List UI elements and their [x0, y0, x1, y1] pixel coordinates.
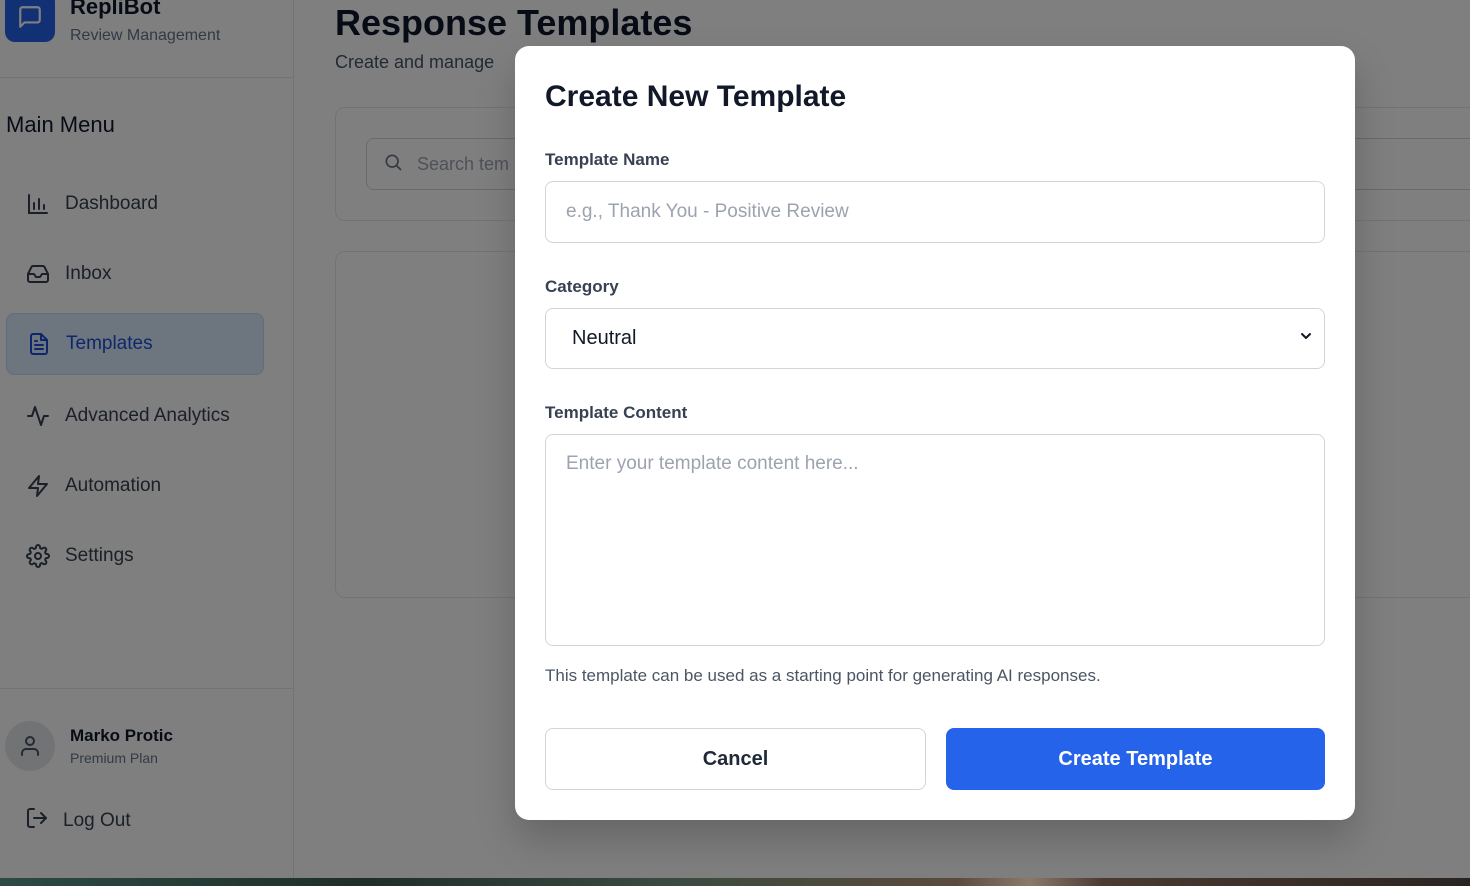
dialog-title: Create New Template: [545, 80, 847, 113]
template-content-label: Template Content: [545, 403, 688, 422]
template-content-textarea[interactable]: [545, 434, 1325, 646]
create-template-dialog: Create New Template Template Name Catego…: [515, 46, 1355, 820]
category-select[interactable]: Neutral: [545, 308, 1325, 369]
taskbar-strip: [0, 878, 1470, 886]
template-name-label: Template Name: [545, 150, 670, 169]
cancel-button[interactable]: Cancel: [545, 728, 926, 790]
category-selected-value: Neutral: [572, 327, 637, 349]
template-name-input[interactable]: [545, 181, 1325, 243]
helper-text: This template can be used as a starting …: [545, 666, 1101, 685]
create-template-button[interactable]: Create Template: [946, 728, 1325, 790]
chevron-down-icon: [1298, 328, 1314, 349]
category-label: Category: [545, 277, 619, 296]
